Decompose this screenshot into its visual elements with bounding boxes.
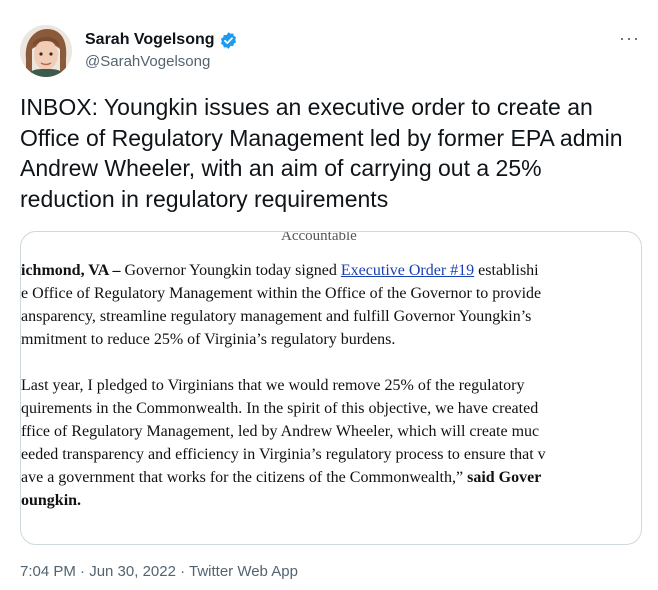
profile-photo [20, 25, 72, 77]
tweet-text: INBOX: Youngkin issues an executive orde… [20, 94, 623, 212]
doc-line: eeded transparency and efficiency in Vir… [21, 446, 546, 463]
doc-line: Last year, I pledged to Virginians that … [21, 377, 525, 394]
tweet: Sarah Vogelsong @SarahVogelsong ··· INBO… [0, 0, 658, 590]
doc-line: ansparency, streamline regulatory manage… [21, 308, 532, 325]
doc-text: Governor Youngkin today signed [120, 262, 341, 279]
doc-line: ave a government that works for the citi… [21, 467, 541, 488]
doc-bold-text: oungkin. [21, 492, 82, 509]
author-block: Sarah Vogelsong @SarahVogelsong [85, 29, 238, 70]
doc-text: ave a government that works for the citi… [21, 469, 464, 486]
avatar[interactable] [20, 25, 72, 77]
verified-badge-icon [220, 31, 236, 49]
doc-line: mmitment to reduce 25% of Virginia’s reg… [21, 331, 396, 348]
doc-line: ffice of Regulatory Management, led by A… [21, 423, 540, 440]
tweet-timestamp[interactable]: 7:04 PM · Jun 30, 2022 · Twitter Web App [20, 563, 298, 580]
doc-line: quirements in the Commonwealth. In the s… [21, 400, 539, 417]
doc-line: oungkin. [21, 490, 81, 511]
doc-text: establishi [474, 262, 539, 279]
doc-line: e Office of Regulatory Management within… [21, 285, 542, 302]
author-name[interactable]: Sarah Vogelsong [85, 31, 215, 49]
author-handle[interactable]: @SarahVogelsong [85, 53, 238, 70]
doc-bold-text: said Gover [463, 469, 542, 486]
document-header-fragment: Accountable [281, 231, 357, 244]
doc-line: ichmond, VA – Governor Youngkin today si… [21, 260, 539, 281]
executive-order-link: Executive Order #19 [340, 262, 475, 279]
more-options-icon[interactable]: ··· [619, 28, 640, 49]
doc-dateline: ichmond, VA – [21, 262, 121, 279]
attached-image[interactable]: Accountable ichmond, VA – Governor Young… [20, 231, 642, 545]
